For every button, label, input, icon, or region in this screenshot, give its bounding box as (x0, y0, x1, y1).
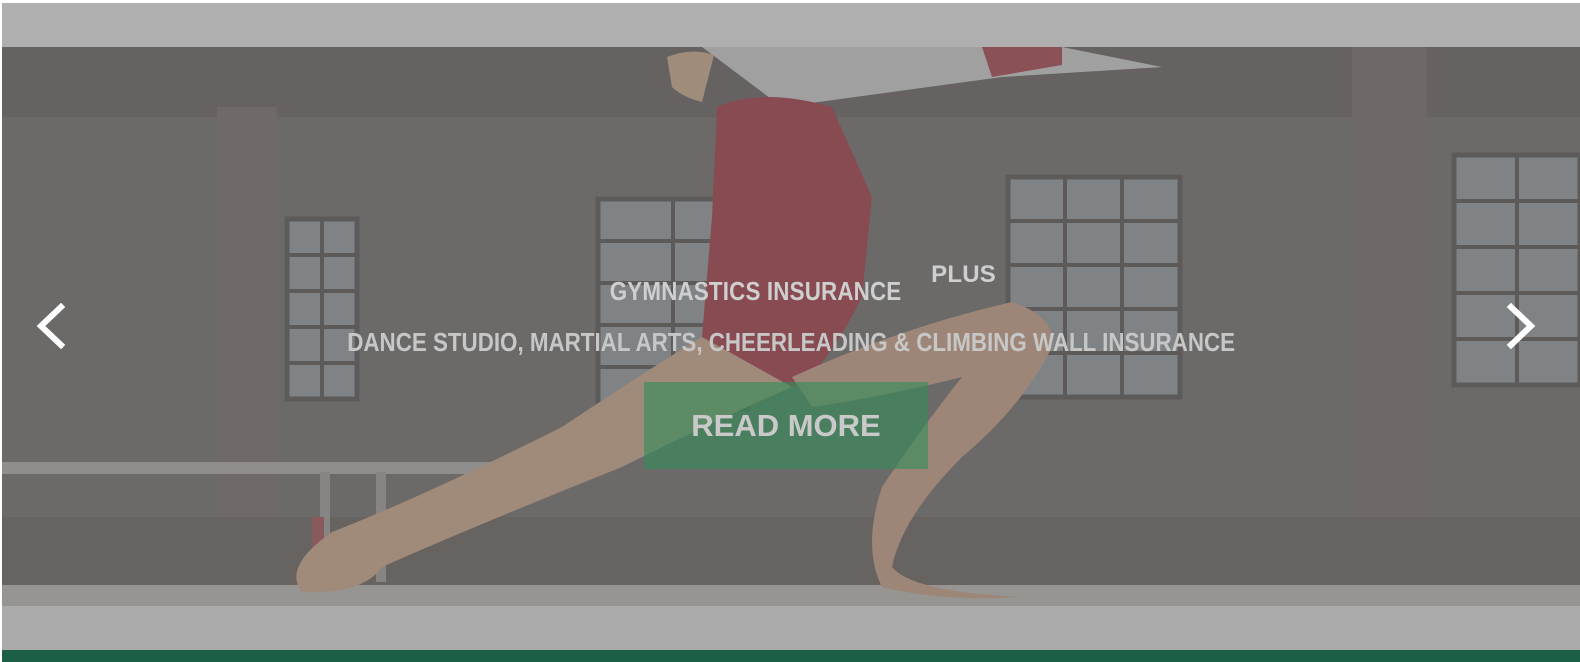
hero-subtitle: DANCE STUDIO, MARTIAL ARTS, CHEERLEADING… (2, 327, 1580, 358)
chevron-left-icon (36, 303, 66, 349)
hero-title: GYMNASTICS INSURANCE PLUS (2, 261, 1580, 307)
footer-accent-bar (2, 650, 1580, 662)
hero-title-text: GYMNASTICS INSURANCE (609, 276, 902, 306)
chevron-right-icon (1506, 303, 1536, 349)
slider-next-button[interactable] (1502, 302, 1542, 350)
hero-slider: GYMNASTICS INSURANCE PLUS DANCE STUDIO, M… (2, 47, 1580, 606)
hero-subtitle-text: DANCE STUDIO, MARTIAL ARTS, CHEERLEADING… (347, 327, 1235, 357)
hero-title-suffix: PLUS (931, 261, 996, 288)
lower-overlay-band (2, 606, 1580, 650)
read-more-button[interactable]: READ MORE (644, 382, 928, 469)
slider-prev-button[interactable] (30, 302, 70, 350)
